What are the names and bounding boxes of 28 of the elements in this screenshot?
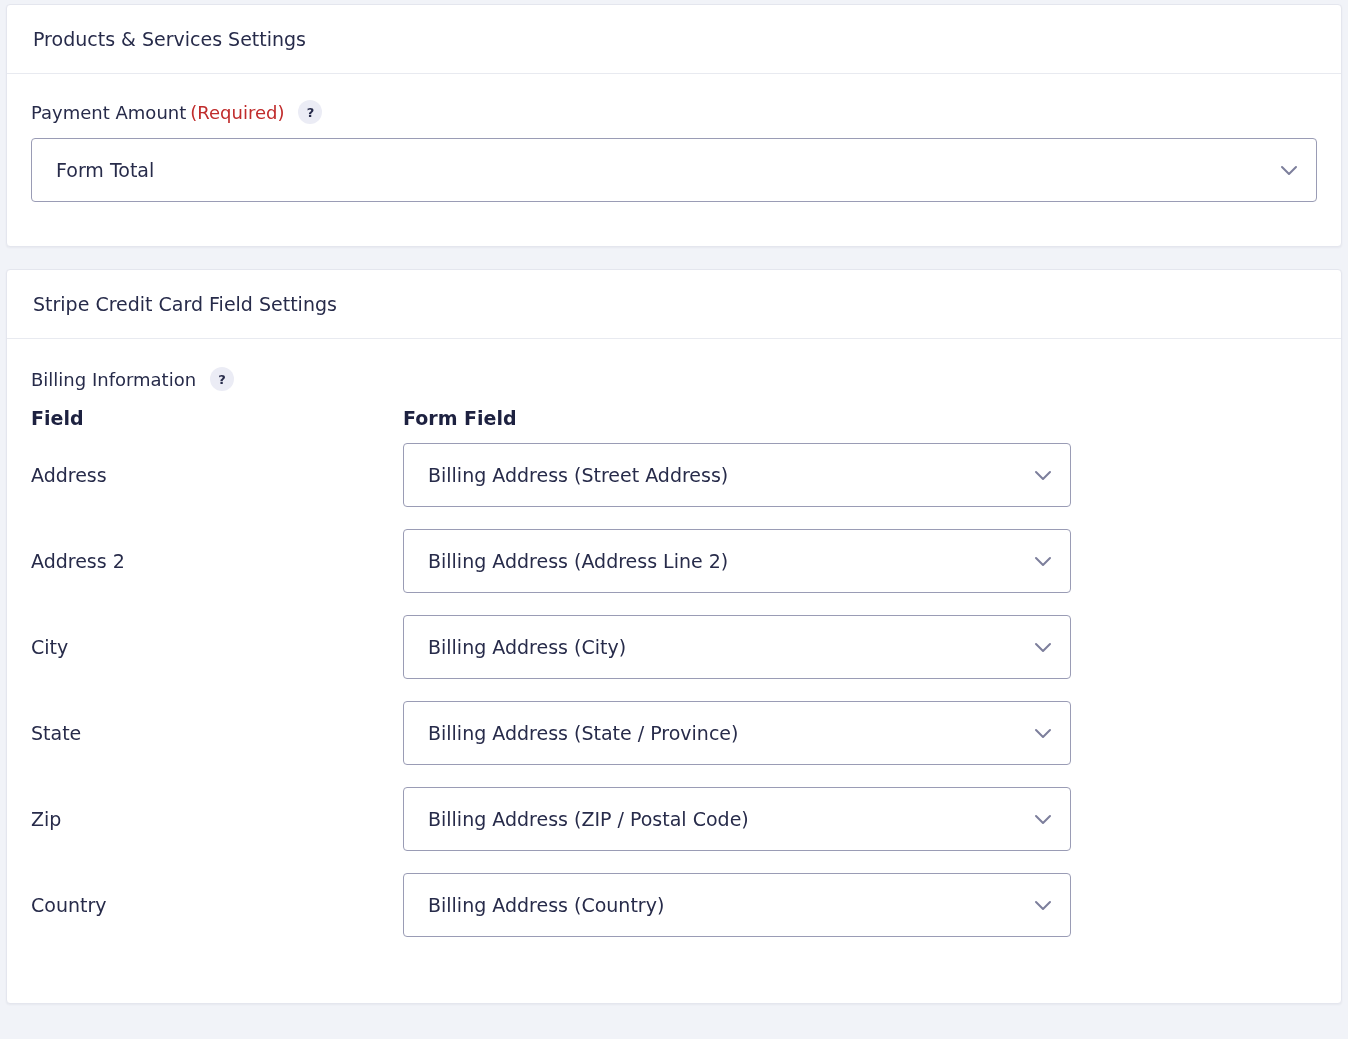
field-label: Billing Information (31, 368, 197, 390)
help-icon[interactable]: ? (210, 367, 235, 391)
form-field-select[interactable]: Billing Address (State / Province) (403, 701, 1071, 765)
chevron-down-icon (1280, 164, 1298, 176)
chevron-down-icon (1034, 469, 1052, 481)
form-field-select[interactable]: Billing Address (Street Address) (403, 443, 1071, 507)
panel-title: Stripe Credit Card Field Settings (33, 293, 337, 315)
column-header: Form Field (403, 407, 518, 429)
chevron-down-icon (1034, 641, 1052, 653)
payment-amount-select[interactable]: Form Total (31, 138, 1317, 202)
field-name: State (31, 722, 83, 744)
help-icon[interactable]: ? (298, 100, 323, 124)
field-name: City (31, 636, 70, 658)
form-field-select[interactable]: Billing Address (Country) (403, 873, 1071, 937)
chevron-down-icon (1034, 813, 1052, 825)
column-header: Field (31, 407, 85, 429)
field-name: Zip (31, 808, 63, 830)
field-label: Payment Amount (Required) (31, 101, 285, 123)
chevron-down-icon (1034, 899, 1052, 911)
chevron-down-icon (1034, 727, 1052, 739)
form-field-select[interactable]: Billing Address (City) (403, 615, 1071, 679)
panel-title: Products & Services Settings (33, 28, 307, 50)
form-field-select[interactable]: Billing Address (ZIP / Postal Code) (403, 787, 1071, 851)
chevron-down-icon (1034, 555, 1052, 567)
field-name: Country (31, 894, 108, 916)
form-field-select[interactable]: Billing Address (Address Line 2) (403, 529, 1071, 593)
field-name: Address 2 (31, 550, 126, 572)
field-name: Address (31, 464, 108, 486)
